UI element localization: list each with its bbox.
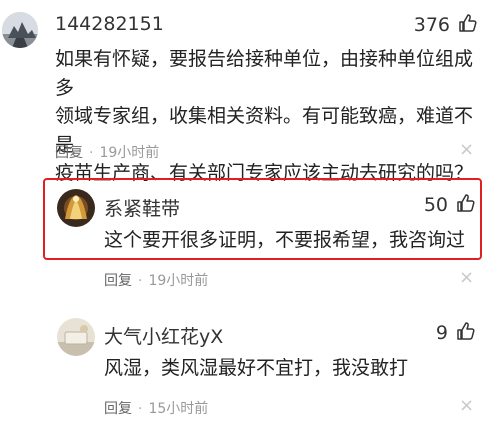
comment-item: 系紧鞋带 50 这个要开很多证明，不要报希望，我咨询过 回复 · 19小时前 × [0,180,500,300]
comment-text-line: 如果有怀疑，要报告给接种单位，由接种单位组成多 [55,48,474,99]
close-icon[interactable]: × [459,269,474,287]
reply-button[interactable]: 回复 [104,401,132,417]
separator-dot: · [138,273,143,289]
reply-button[interactable]: 回复 [104,273,132,289]
like-count[interactable]: 50 [406,194,448,216]
thumbs-up-icon[interactable] [456,193,476,213]
separator-dot: · [89,145,94,161]
thumbs-up-icon[interactable] [458,13,478,33]
avatar[interactable] [57,318,95,356]
comment-meta: 回复 · 19小时前 [55,142,159,162]
avatar[interactable] [57,189,95,227]
comment-text: 风湿，类风湿最好不宜打，我没敢打 [104,354,474,383]
comment-meta: 回复 · 19小时前 [104,270,208,290]
thumbs-up-icon[interactable] [456,321,476,341]
like-count[interactable]: 9 [406,322,448,344]
close-icon[interactable]: × [459,141,474,159]
timestamp: 19小时前 [99,145,160,161]
comment-item: 144282151 376 如果有怀疑，要报告给接种单位，由接种单位组成多 领域… [0,0,500,184]
avatar-image [2,12,38,48]
avatar-image [57,318,95,356]
timestamp: 15小时前 [148,401,209,417]
like-count[interactable]: 376 [410,14,450,36]
separator-dot: · [138,401,143,417]
username[interactable]: 大气小红花yX [104,322,223,349]
comment-item: 大气小红花yX 9 风湿，类风湿最好不宜打，我没敢打 回复 · 15小时前 × [0,310,500,426]
comment-text: 如果有怀疑，要报告给接种单位，由接种单位组成多 领域专家组，收集相关资料。有可能… [55,45,485,188]
close-icon[interactable]: × [459,397,474,415]
comment-meta: 回复 · 15小时前 [104,398,208,418]
reply-button[interactable]: 回复 [55,145,83,161]
username[interactable]: 系紧鞋带 [104,194,180,221]
username[interactable]: 144282151 [55,13,164,35]
comment-text-line: 风湿，类风湿最好不宜打，我没敢打 [104,357,409,379]
timestamp: 19小时前 [148,273,209,289]
comment-text-line: 这个要开很多证明，不要报希望，我咨询过 [104,229,466,251]
comment-text: 这个要开很多证明，不要报希望，我咨询过 [104,226,474,255]
avatar-image [57,189,95,227]
avatar[interactable] [2,12,38,48]
